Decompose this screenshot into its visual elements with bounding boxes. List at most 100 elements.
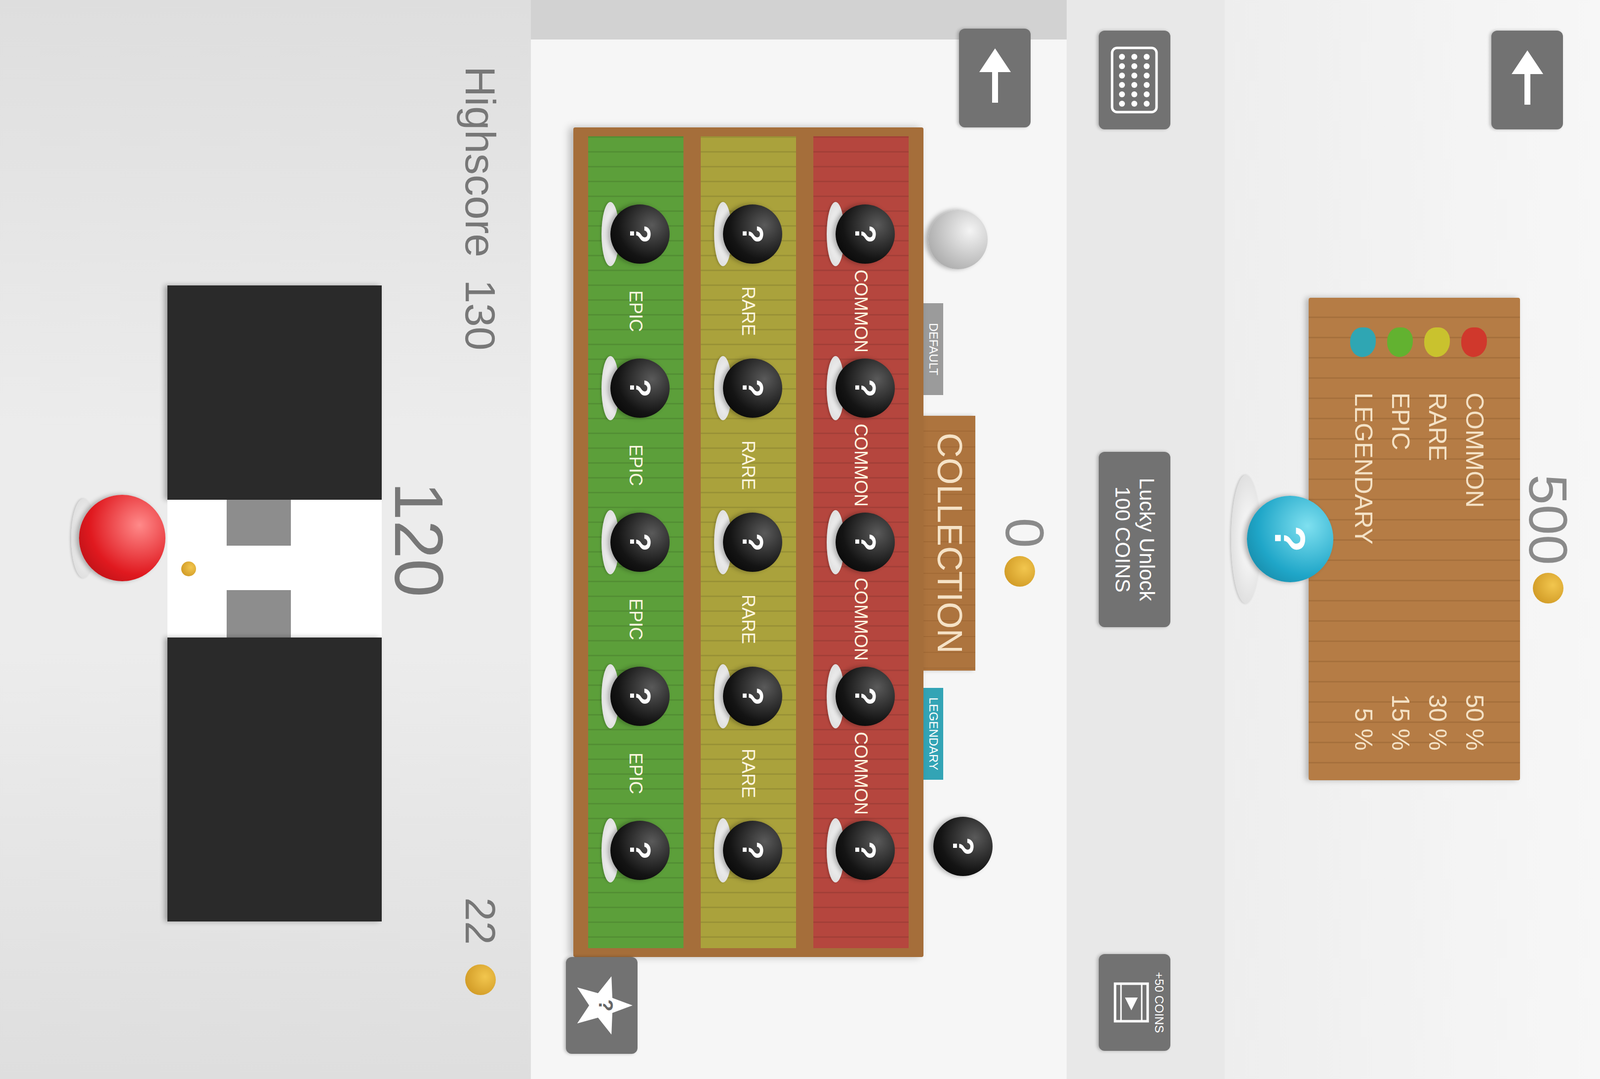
- highscore-value: 130: [459, 279, 502, 351]
- odds-row: RARE30 %: [1418, 327, 1456, 751]
- shelf-label: COMMON: [847, 571, 875, 667]
- collection-ball[interactable]: ?: [836, 666, 896, 726]
- ball-slot: ?: [827, 204, 896, 264]
- grid-icon: [1098, 30, 1171, 130]
- shelf-label: EPIC: [622, 725, 650, 821]
- ball-slot: ?: [827, 512, 896, 572]
- shelf-label: EPIC: [622, 417, 650, 513]
- odds-row: COMMON 50 %: [1455, 327, 1493, 751]
- collection-ball[interactable]: ?: [836, 204, 896, 264]
- collection-ball[interactable]: ?: [610, 512, 671, 572]
- lucky-center: 500COMMON50 %RARE30 %EPIC15 %LEGENDARY5 …: [1224, 297, 1600, 781]
- ball-mark: ?: [850, 379, 881, 398]
- shelf-row: ?COMMON?COMMON?COMMON?COMMON?: [813, 136, 909, 949]
- arrow-up-icon: [1491, 30, 1563, 130]
- ball-slot: ?: [601, 358, 671, 418]
- grid-button[interactable]: [1098, 30, 1171, 130]
- rarity-swatch: [1461, 327, 1488, 358]
- rarity-name: COMMON: [1460, 392, 1488, 659]
- obstacle-block: [167, 285, 382, 500]
- video-reward-label: +50 COINS: [1152, 971, 1166, 1033]
- collection-shelf: ?COMMON?COMMON?COMMON?COMMON??RARE?RARE?…: [573, 127, 924, 958]
- odds-row: LEGENDARY 5 %: [1344, 327, 1382, 751]
- gap-channel: [167, 499, 382, 638]
- highscore-label: Highscore: [459, 66, 502, 258]
- ball-mark: ?: [1268, 525, 1313, 553]
- collection-ball[interactable]: ?: [836, 820, 896, 880]
- shelf-label: EPIC: [622, 571, 650, 667]
- ball-mark: ?: [625, 225, 656, 244]
- coin-count: 0: [997, 517, 1052, 548]
- game-area: Highscore 130 22120: [0, 0, 531, 1079]
- coin-icon: [1004, 556, 1036, 587]
- ball-slot: ?: [601, 666, 671, 726]
- default-tag[interactable]: DEFAULT: [923, 303, 944, 396]
- rarity-name: LEGENDARY: [1349, 392, 1377, 673]
- highscore: Highscore 130: [459, 66, 502, 351]
- collection-ball[interactable]: ?: [723, 204, 783, 264]
- shelf-row: ?RARE?RARE?RARE?RARE?: [700, 136, 797, 949]
- collection-ball[interactable]: ?: [836, 512, 896, 572]
- gate-stub: [226, 590, 291, 638]
- collection-ball[interactable]: ?: [723, 512, 783, 572]
- collection-ball[interactable]: ?: [610, 204, 671, 264]
- ball-mark: ?: [738, 533, 768, 552]
- coin-total: 500: [1520, 474, 1576, 604]
- ball-slot: ?: [714, 512, 783, 572]
- ball-slot: ?: [827, 820, 896, 880]
- lucky-room: 500COMMON50 %RARE30 %EPIC15 %LEGENDARY5 …: [1224, 0, 1600, 1079]
- collection-ball[interactable]: ?: [723, 666, 783, 726]
- collection-ball[interactable]: ?: [610, 358, 671, 418]
- ball-mark: ?: [850, 225, 881, 244]
- ball-slot: ?: [714, 820, 783, 880]
- default-ball[interactable]: [928, 209, 988, 270]
- up-button[interactable]: [959, 28, 1031, 128]
- menu-bar: Lucky Unlock100 COINS +50 COINS: [1066, 0, 1225, 1079]
- player-ball[interactable]: [79, 494, 166, 582]
- coin-count: 500: [1520, 474, 1576, 566]
- collection-left: [530, 0, 1067, 128]
- ball-mark: ?: [850, 533, 881, 552]
- loose-ball[interactable]: ?: [933, 816, 993, 877]
- current-score: 120: [381, 0, 456, 1079]
- collection-ball[interactable]: ?: [723, 358, 783, 418]
- collection-ball[interactable]: ?: [723, 820, 783, 880]
- collection-ball[interactable]: ?: [610, 820, 671, 880]
- rarity-chance: 30 %: [1423, 694, 1451, 751]
- ball-mark: ?: [625, 841, 656, 860]
- game-screen: 500COMMON50 %RARE30 %EPIC15 %LEGENDARY5 …: [0, 0, 1600, 1079]
- shelf-label: COMMON: [847, 725, 875, 821]
- shelf-label: RARE: [735, 725, 762, 821]
- collection-coins: 0: [997, 127, 1067, 958]
- ball-mark: ?: [625, 379, 656, 398]
- odds-board: COMMON50 %RARE30 %EPIC15 %LEGENDARY5 %: [1308, 297, 1520, 781]
- lucky-unlock-button[interactable]: Lucky Unlock100 COINS: [1098, 451, 1171, 628]
- ball-slot: ?: [827, 358, 896, 418]
- lucky-left: [1224, 0, 1600, 298]
- gate-stub: [226, 499, 291, 546]
- ball-mark: ?: [850, 841, 881, 860]
- ball-mark: ?: [738, 687, 768, 706]
- collection-title: COLLECTION: [923, 432, 976, 654]
- shelf-label: COMMON: [847, 263, 875, 359]
- game-hud: Highscore 130 22: [455, 0, 506, 1079]
- obstacle-block: [167, 637, 382, 922]
- video-reward-button[interactable]: +50 COINS: [1098, 954, 1171, 1051]
- mystery-ball[interactable]: ?: [1246, 495, 1334, 583]
- game-coins: 22: [459, 897, 502, 996]
- rarity-chance: 5 %: [1349, 708, 1377, 751]
- tag-label: LEGENDARY: [924, 697, 943, 771]
- collection-ball[interactable]: ?: [610, 666, 671, 726]
- up-button[interactable]: [1491, 30, 1563, 130]
- collection-room: 0DEFAULTCOLLECTIONLEGENDARY??COMMON?COMM…: [530, 0, 1067, 1079]
- coin-count: 22: [459, 897, 502, 945]
- rarity-swatch: [1424, 327, 1451, 358]
- collection-ball[interactable]: ?: [836, 358, 896, 418]
- rarity-chance: 50 %: [1460, 694, 1488, 751]
- random-ball-button[interactable]: ?: [565, 957, 638, 1054]
- coin-icon: [465, 964, 496, 996]
- ball-mark: ?: [738, 225, 768, 244]
- ball-slot: ?: [714, 358, 783, 418]
- star-mark: ?: [596, 957, 616, 1054]
- legendary-tag[interactable]: LEGENDARY: [923, 687, 944, 780]
